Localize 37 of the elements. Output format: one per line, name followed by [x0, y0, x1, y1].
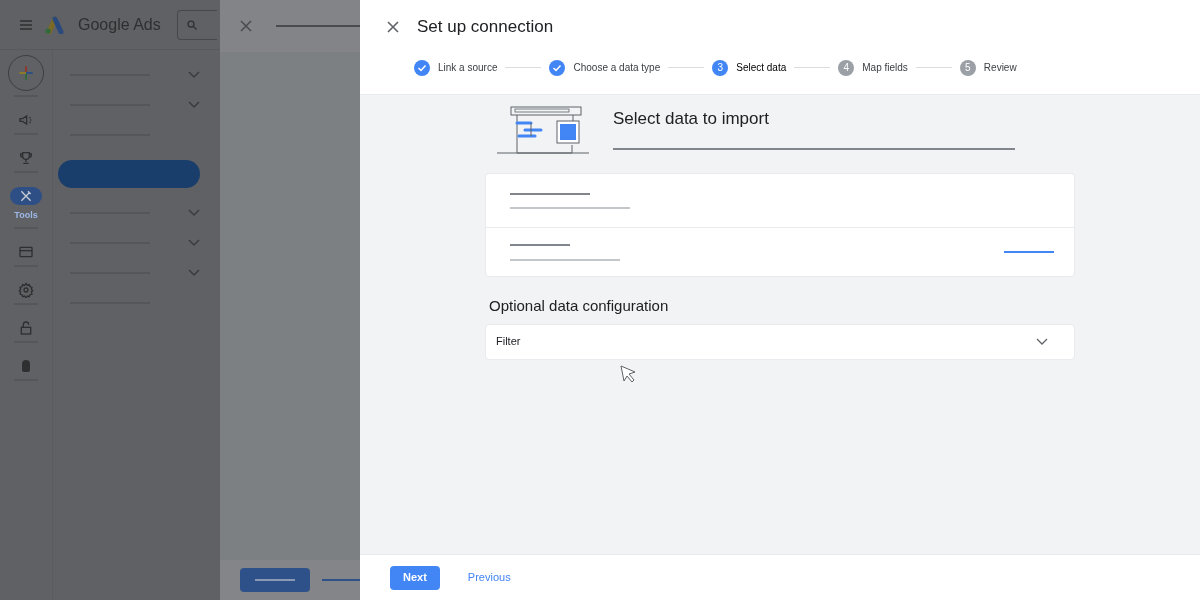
- dialog-title: Set up connection: [417, 16, 554, 38]
- chevron-down-icon: [188, 101, 200, 109]
- trophy-icon: [18, 150, 34, 166]
- close-icon: [387, 20, 399, 33]
- menu-icon[interactable]: [20, 19, 32, 30]
- step-label: Link a source: [438, 61, 498, 75]
- nav-item-selected[interactable]: [58, 160, 200, 188]
- chevron-down-icon: [188, 71, 200, 79]
- chevron-down-icon: [188, 269, 200, 277]
- step-label: Select data: [736, 61, 787, 75]
- search-icon: [185, 18, 198, 31]
- tools-icon: [18, 188, 34, 204]
- filter-dropdown[interactable]: Filter: [485, 323, 1075, 360]
- section-title: Optional data configuration: [488, 296, 670, 316]
- dimmed-button[interactable]: [240, 568, 310, 592]
- step-label: Map fields: [862, 61, 908, 75]
- search-field[interactable]: [176, 9, 217, 40]
- unlocked-padlock-icon: [18, 319, 34, 336]
- previous-button[interactable]: Previous: [467, 569, 511, 586]
- logo-icon: [44, 15, 66, 34]
- plus-icon: [18, 65, 34, 81]
- step-label: Choose a data type: [573, 61, 661, 75]
- step-number: 5: [959, 59, 976, 76]
- close-button[interactable]: [385, 18, 401, 35]
- rail-item[interactable]: [10, 187, 42, 205]
- chevron-down-icon: [188, 239, 200, 247]
- step-label: Review: [983, 61, 1017, 75]
- chevron-down-icon: [1036, 337, 1048, 346]
- step-number: 4: [838, 59, 855, 76]
- next-button[interactable]: Next: [390, 565, 440, 590]
- rail-label: Tools: [14, 209, 38, 222]
- step-number: 3: [712, 59, 729, 76]
- section-heading: Select data to import: [613, 108, 770, 130]
- chevron-down-icon: [188, 209, 200, 217]
- settings-icon: [18, 281, 34, 298]
- megaphone-icon: [18, 112, 34, 128]
- close-icon[interactable]: [240, 20, 252, 32]
